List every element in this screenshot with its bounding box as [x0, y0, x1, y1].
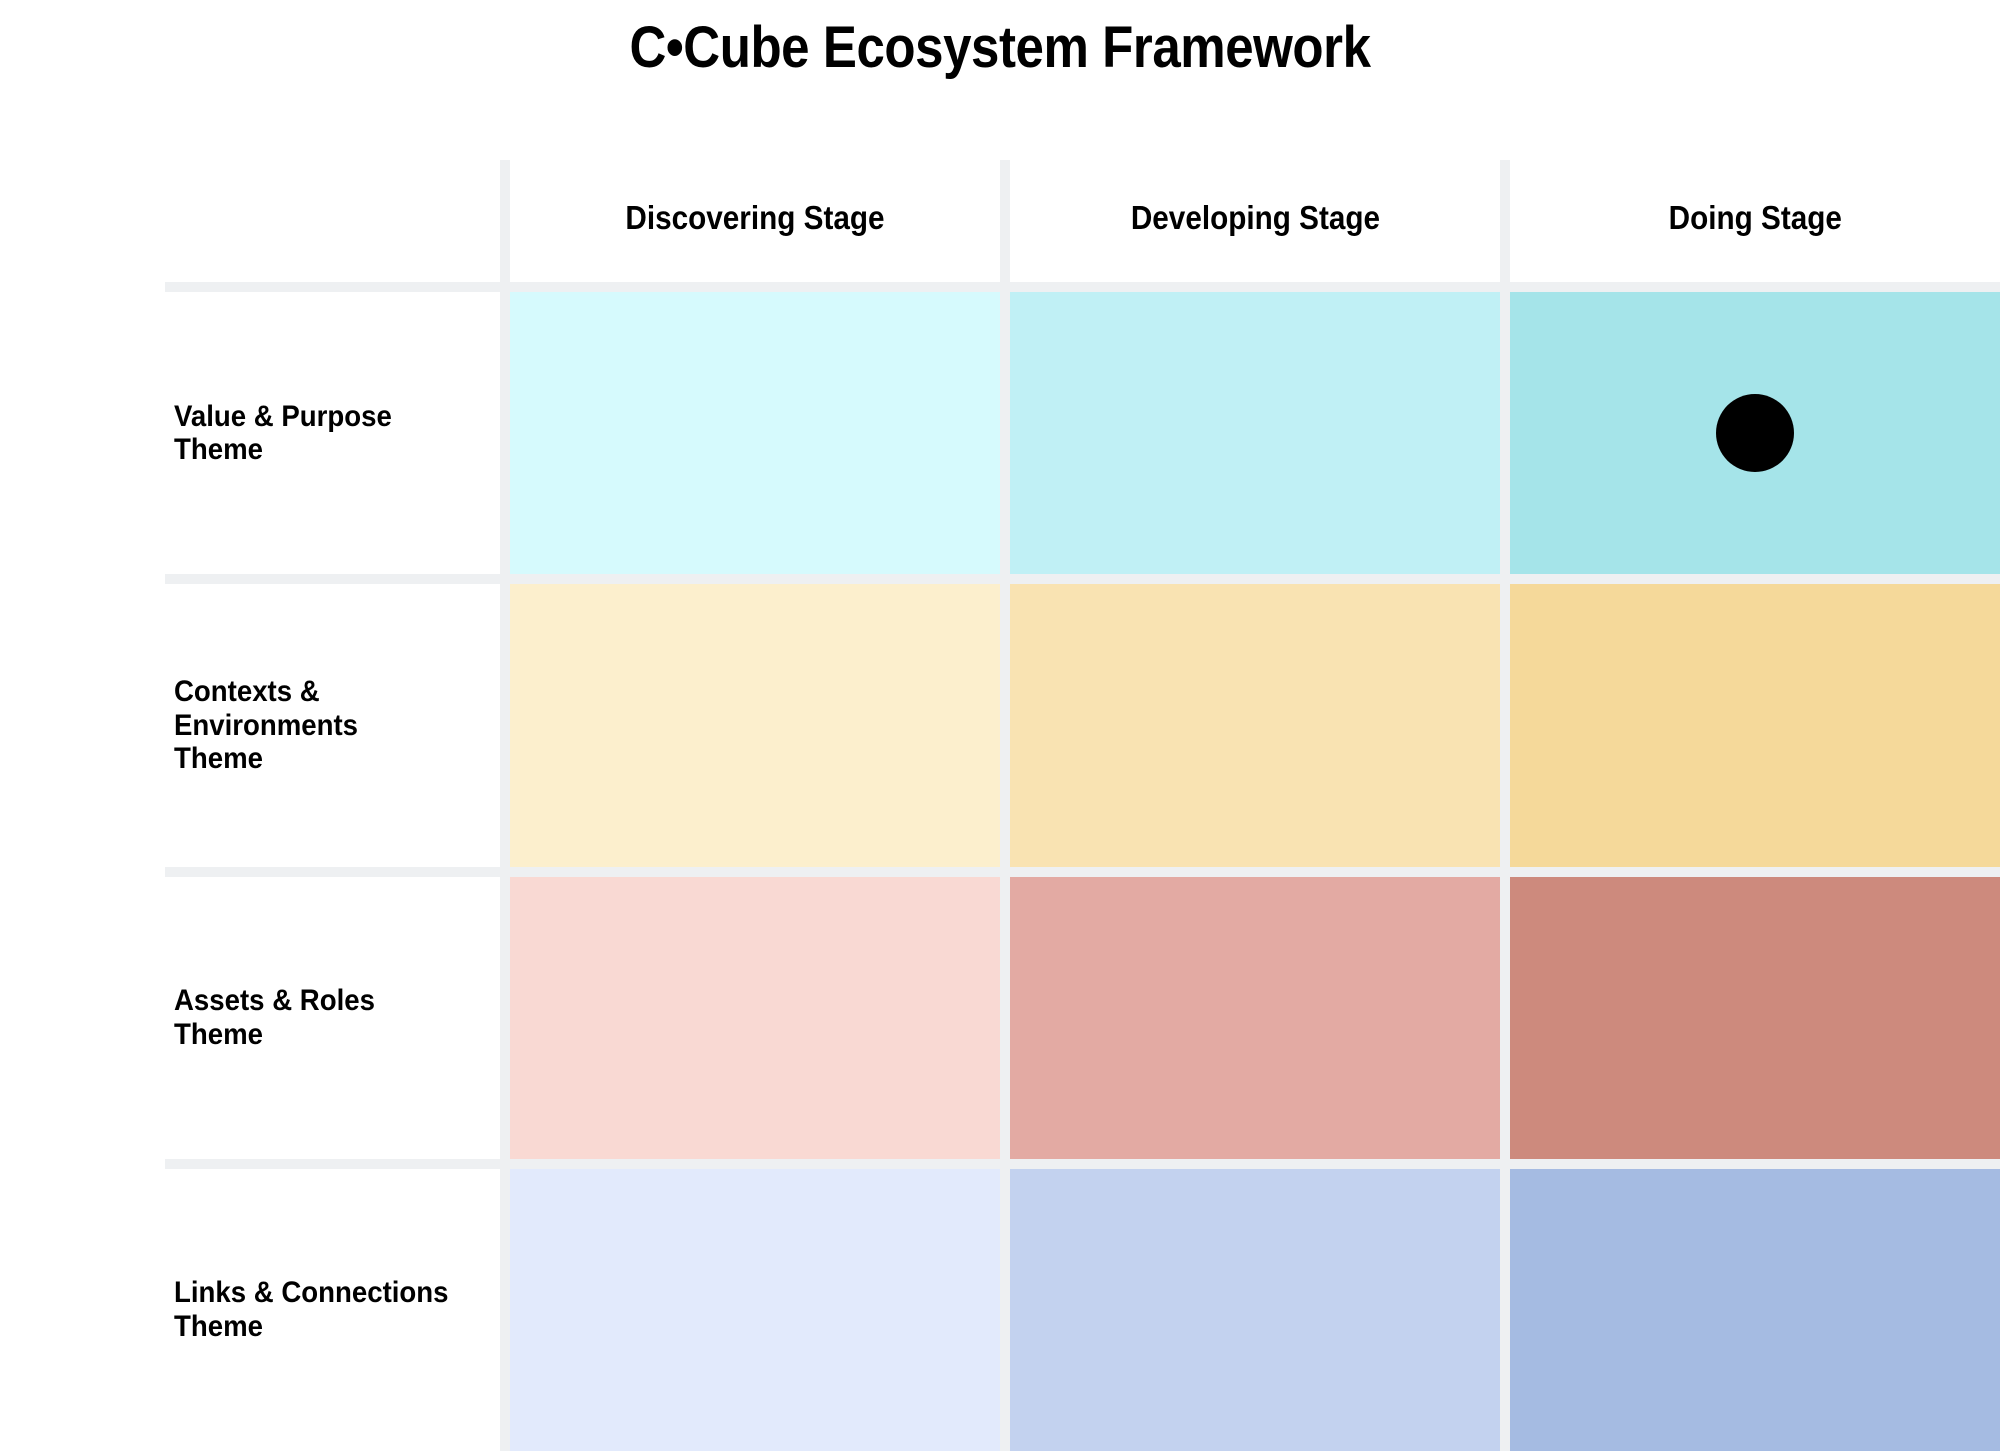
- row-header-links-connections-theme: Links & Connections Theme: [165, 1168, 500, 1451]
- matrix-cell-contexts-doing[interactable]: [1510, 584, 2000, 867]
- row-header-label: Links & Connections Theme: [174, 1276, 449, 1343]
- matrix-cell-links-discovering[interactable]: [510, 1168, 1000, 1451]
- column-header-doing-stage: Doing Stage: [1510, 160, 2000, 282]
- row-header-label: Value & Purpose Theme: [174, 399, 392, 467]
- matrix-cell-assets-developing[interactable]: [1010, 876, 1500, 1159]
- matrix-cell-contexts-discovering[interactable]: [510, 584, 1000, 867]
- matrix-cell-contexts-developing[interactable]: [1010, 584, 1500, 867]
- matrix-cell-links-developing[interactable]: [1010, 1168, 1500, 1451]
- page-title: C•Cube Ecosystem Framework: [629, 15, 1371, 80]
- framework-matrix-page: C•Cube Ecosystem Framework Discovering S…: [0, 0, 2000, 1451]
- matrix-corner-cell: [165, 160, 500, 282]
- column-header-label: Developing Stage: [1130, 199, 1380, 236]
- column-header-label: Doing Stage: [1668, 199, 1842, 236]
- row-header-value-purpose-theme: Value & Purpose Theme: [165, 292, 500, 575]
- row-header-label: Contexts & Environments Theme: [174, 674, 359, 776]
- framework-matrix: Discovering Stage Developing Stage Doing…: [165, 160, 2000, 1451]
- matrix-cell-assets-discovering[interactable]: [510, 876, 1000, 1159]
- column-header-label: Discovering Stage: [625, 199, 885, 236]
- row-header-assets-roles-theme: Assets & Roles Theme: [165, 876, 500, 1159]
- column-header-developing-stage: Developing Stage: [1010, 160, 1500, 282]
- column-header-discovering-stage: Discovering Stage: [510, 160, 1000, 282]
- row-header-label: Assets & Roles Theme: [174, 984, 375, 1051]
- matrix-cell-value-discovering[interactable]: [510, 292, 1000, 575]
- current-position-marker-icon: [1716, 394, 1794, 473]
- row-header-contexts-environments-theme: Contexts & Environments Theme: [165, 584, 500, 867]
- matrix-cell-links-doing[interactable]: [1510, 1168, 2000, 1451]
- matrix-cell-assets-doing[interactable]: [1510, 876, 2000, 1159]
- matrix-cell-value-developing[interactable]: [1010, 292, 1500, 575]
- matrix-cell-value-doing[interactable]: [1510, 292, 2000, 575]
